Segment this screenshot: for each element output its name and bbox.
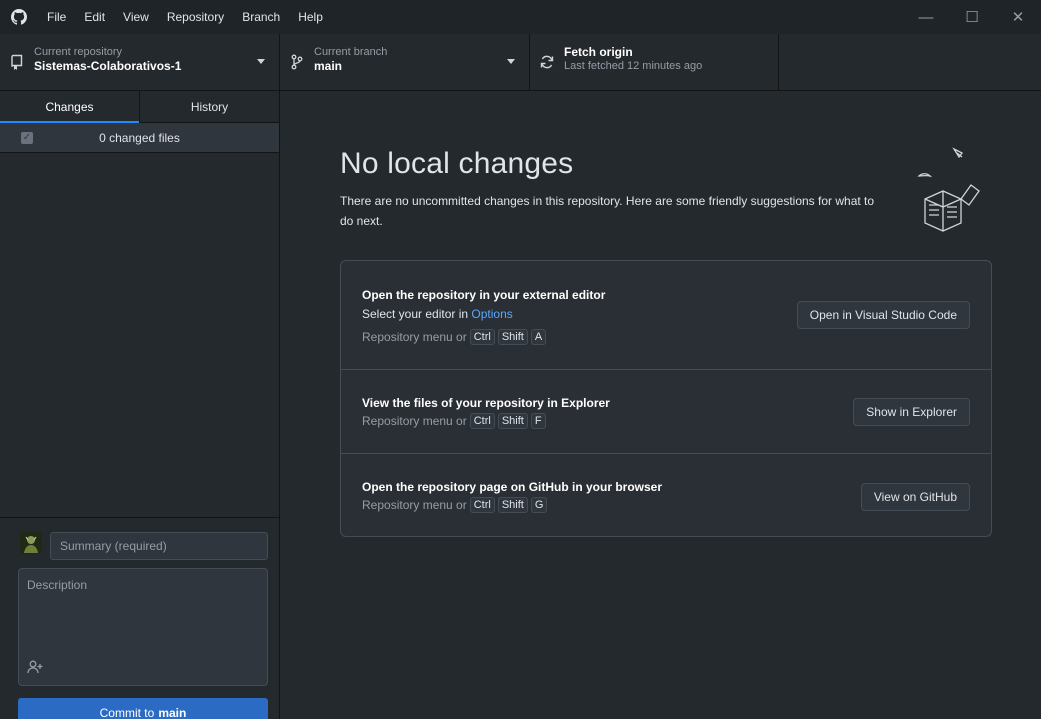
current-branch-name: main [314,59,343,73]
shortcut-prefix: Repository menu or [362,330,467,344]
changes-list-header: ✓ 0 changed files [0,123,279,153]
key-shift: Shift [497,413,528,429]
tab-history[interactable]: History [139,91,279,122]
suggestion-title: Open the repository page on GitHub in yo… [362,480,663,494]
select-editor-text: Select your editor in [362,307,469,321]
sidebar: Changes History ✓ 0 changed files Summar… [0,91,280,719]
key-ctrl: Ctrl [469,413,495,429]
suggestion-view-github: Open the repository page on GitHub in yo… [341,453,991,538]
close-button[interactable]: ✕ [995,0,1041,34]
suggestion-description: Select your editor in Options [362,307,513,321]
menu-file[interactable]: File [38,0,75,34]
show-in-explorer-button[interactable]: Show in Explorer [853,398,970,426]
key-f: F [530,413,546,429]
suggestion-show-explorer: View the files of your repository in Exp… [341,369,991,453]
menu-edit[interactable]: Edit [75,0,114,34]
menu-view[interactable]: View [114,0,158,34]
shortcut-prefix: Repository menu or [362,414,467,428]
current-repository-label: Current repository [34,46,123,58]
repository-icon [0,54,34,70]
empty-state-illustration-icon [911,143,991,233]
key-shift: Shift [497,497,528,513]
open-in-vscode-button[interactable]: Open in Visual Studio Code [796,301,970,329]
key-shift: Shift [497,329,528,345]
suggestions-panel: Open the repository in your external edi… [340,260,992,537]
keyboard-shortcut: Repository menu or Ctrl Shift A [362,329,547,345]
last-fetched-status: Last fetched 12 minutes ago [564,60,703,72]
suggestion-title: Open the repository in your external edi… [362,288,606,302]
current-repository-name: Sistemas-Colaborativos-1 [34,59,182,73]
github-logo-icon [0,0,38,34]
page-subtitle: There are no uncommitted changes in this… [340,194,875,228]
key-ctrl: Ctrl [469,329,495,345]
current-branch-button[interactable]: Current branch main [280,34,530,90]
toolbar: Current repository Sistemas-Colaborativo… [0,34,1041,91]
main-content: No local changes There are no uncommitte… [281,91,1041,719]
current-branch-label: Current branch [314,46,388,58]
select-all-checkbox[interactable]: ✓ [21,132,33,144]
sync-icon [530,54,564,70]
commit-button-branch: main [158,706,187,719]
window-controls: — ☐ ✕ [903,0,1041,34]
title-bar: File Edit View Repository Branch Help — … [0,0,1041,34]
git-branch-icon [280,54,314,70]
caret-down-icon [257,59,265,64]
key-ctrl: Ctrl [469,497,495,513]
suggestion-open-editor: Open the repository in your external edi… [341,261,991,369]
menu-help[interactable]: Help [289,0,332,34]
maximize-button[interactable]: ☐ [949,0,995,34]
commit-button[interactable]: Commit to main [18,698,268,719]
commit-description-box [18,568,268,686]
menu-bar: File Edit View Repository Branch Help [38,0,332,34]
keyboard-shortcut: Repository menu or Ctrl Shift F [362,413,546,429]
key-g: G [530,497,548,513]
sidebar-tabs: Changes History [0,91,279,123]
caret-down-icon [507,59,515,64]
fetch-origin-button[interactable]: Fetch origin Last fetched 12 minutes ago [530,34,779,90]
page-title: No local changes [340,147,574,180]
options-link[interactable]: Options [471,307,512,321]
shortcut-prefix: Repository menu or [362,498,467,512]
view-on-github-button[interactable]: View on GitHub [860,483,970,511]
menu-repository[interactable]: Repository [158,0,233,34]
minimize-button[interactable]: — [903,0,949,34]
key-a: A [530,329,547,345]
menu-branch[interactable]: Branch [233,0,289,34]
changed-files-count: 0 changed files [99,130,180,145]
fetch-origin-label: Fetch origin [564,45,633,59]
add-coauthor-icon[interactable] [27,660,43,677]
commit-area: Commit to main [0,517,279,719]
avatar [20,532,42,554]
commit-description-input[interactable] [19,569,267,685]
keyboard-shortcut: Repository menu or Ctrl Shift G [362,497,548,513]
tab-changes[interactable]: Changes [0,91,139,123]
suggestion-title: View the files of your repository in Exp… [362,396,610,410]
commit-summary-input[interactable] [50,532,268,560]
current-repository-button[interactable]: Current repository Sistemas-Colaborativo… [0,34,280,90]
commit-button-prefix: Commit to [99,706,155,719]
